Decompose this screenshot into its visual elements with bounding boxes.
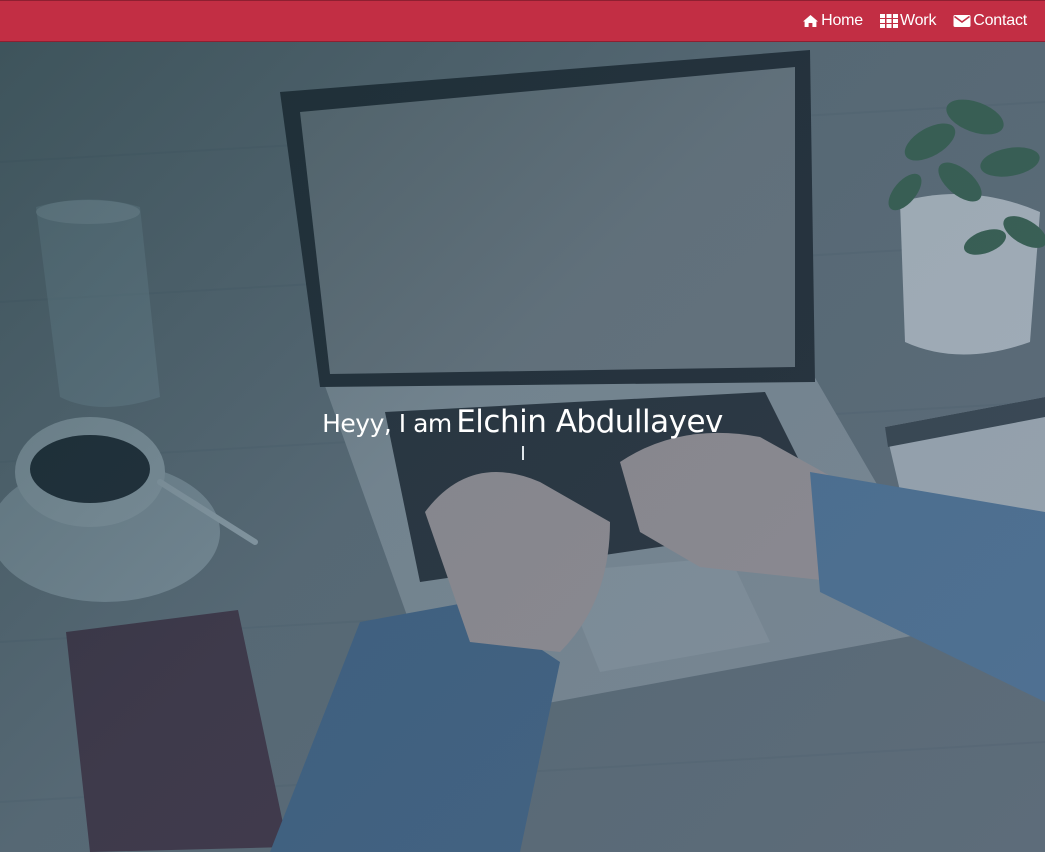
nav-home-label: Home xyxy=(821,12,863,29)
hero-greeting: Heyy, I am xyxy=(322,409,452,438)
top-navbar: Home Work Contact xyxy=(0,0,1045,42)
nav-work-label: Work xyxy=(900,12,937,29)
hero-heading: Heyy, I am Elchin Abdullayev xyxy=(0,404,1045,460)
envelope-icon xyxy=(953,15,971,27)
nav-contact-link[interactable]: Contact xyxy=(953,12,1027,30)
hero-section: Heyy, I am Elchin Abdullayev xyxy=(0,42,1045,852)
nav-contact-label: Contact xyxy=(973,12,1027,29)
grid-icon xyxy=(880,14,898,28)
home-icon xyxy=(803,15,819,27)
hero-name: Elchin Abdullayev xyxy=(456,404,723,440)
typing-cursor xyxy=(521,446,524,460)
nav-home-link[interactable]: Home xyxy=(802,12,863,30)
nav-work-link[interactable]: Work xyxy=(880,12,936,30)
